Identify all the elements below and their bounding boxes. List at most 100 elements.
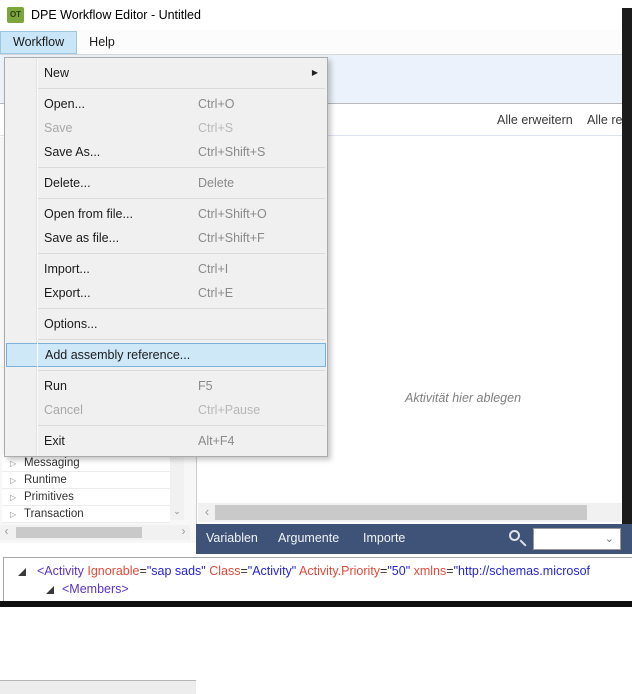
menu-item-shortcut: Ctrl+Shift+S xyxy=(198,140,265,164)
submenu-arrow-icon: ▶ xyxy=(312,61,318,85)
menu-item-add-assembly-reference[interactable]: Add assembly reference... xyxy=(6,343,326,367)
xml-value: "sap sads" xyxy=(147,564,206,578)
menu-item-shortcut: Ctrl+I xyxy=(198,257,228,281)
menu-item-shortcut: Ctrl+E xyxy=(198,281,233,305)
scroll-left-icon[interactable]: ‹ xyxy=(0,525,13,540)
menu-item-delete[interactable]: Delete... Delete xyxy=(5,171,327,195)
toolbox-category-transaction[interactable]: ▷ Transaction xyxy=(2,506,170,523)
toolbox-category-label: Messaging xyxy=(24,457,80,469)
menu-item-label: Options... xyxy=(44,317,98,331)
menu-item-open[interactable]: Open... Ctrl+O xyxy=(5,92,327,116)
menu-item-new[interactable]: New ▶ xyxy=(5,61,327,85)
menu-separator xyxy=(38,198,325,199)
zoom-combobox[interactable]: ⌄ xyxy=(533,528,621,550)
search-icon[interactable] xyxy=(509,530,520,541)
menu-item-label: Exit xyxy=(44,434,65,448)
activity-drop-hint: Aktivität hier ablegen xyxy=(405,391,521,405)
menu-item-label: Import... xyxy=(44,262,90,276)
menu-item-save-as[interactable]: Save As... Ctrl+Shift+S xyxy=(5,140,327,164)
expander-icon[interactable]: ▷ xyxy=(10,490,16,506)
menu-item-label: Export... xyxy=(44,286,91,300)
menubar-item-workflow[interactable]: Workflow xyxy=(0,31,77,54)
expander-icon[interactable]: ▷ xyxy=(10,473,16,489)
menu-item-shortcut: Ctrl+Pause xyxy=(198,398,260,422)
menu-item-shortcut: Ctrl+Shift+O xyxy=(198,202,267,226)
toolbox-category-primitives[interactable]: ▷ Primitives xyxy=(2,489,170,506)
toolbox-category-label: Runtime xyxy=(24,474,67,486)
menu-item-label: Save as file... xyxy=(44,231,119,245)
toolbox-hscrollbar: ‹ › xyxy=(0,525,190,540)
menu-separator xyxy=(38,167,325,168)
toolbox-category-messaging[interactable]: ▷ Messaging xyxy=(2,455,170,472)
xml-value: "Activity" xyxy=(248,564,296,578)
xml-tag: <Members> xyxy=(62,582,129,596)
xml-attr: Class xyxy=(206,564,241,578)
menu-item-label: Save xyxy=(44,121,73,135)
chevron-down-icon: ⌄ xyxy=(605,532,614,545)
menu-item-import[interactable]: Import... Ctrl+I xyxy=(5,257,327,281)
toolbox-hscrollbar-thumb[interactable] xyxy=(16,527,142,538)
menu-item-run[interactable]: Run F5 xyxy=(5,374,327,398)
menu-item-shortcut: Delete xyxy=(198,171,234,195)
menu-item-label: Delete... xyxy=(44,176,91,190)
menu-item-label: Add assembly reference... xyxy=(45,348,190,362)
screen-background-bottom xyxy=(0,601,632,607)
menu-item-export[interactable]: Export... Ctrl+E xyxy=(5,281,327,305)
tab-argumente[interactable]: Argumente xyxy=(278,524,339,553)
designer-hscrollbar-thumb[interactable] xyxy=(215,505,587,520)
xml-attr: Activity.Priority xyxy=(296,564,380,578)
scroll-right-icon[interactable]: › xyxy=(177,525,190,540)
xml-tag: <Activity xyxy=(37,564,84,578)
toolbox-category-runtime[interactable]: ▷ Runtime xyxy=(2,472,170,489)
xml-eq: = xyxy=(240,564,247,578)
menu-separator xyxy=(38,88,325,89)
scroll-left-icon[interactable]: ‹ xyxy=(200,503,214,522)
window-title: DPE Workflow Editor - Untitled xyxy=(31,0,201,30)
menu-item-shortcut: Ctrl+O xyxy=(198,92,234,116)
menu-separator xyxy=(38,425,325,426)
menu-item-open-from-file[interactable]: Open from file... Ctrl+Shift+O xyxy=(5,202,327,226)
menubar-item-help[interactable]: Help xyxy=(77,31,127,54)
expander-icon[interactable]: ▷ xyxy=(10,507,16,523)
toolbox-bottom-edge xyxy=(0,680,196,694)
scroll-down-icon[interactable]: ⌄ xyxy=(170,505,184,520)
xml-eq: = xyxy=(140,564,147,578)
menu-separator xyxy=(38,308,325,309)
menu-item-cancel[interactable]: Cancel Ctrl+Pause xyxy=(5,398,327,422)
toolbox-category-label: Transaction xyxy=(24,508,84,520)
menu-item-save-as-file[interactable]: Save as file... Ctrl+Shift+F xyxy=(5,226,327,250)
menu-item-label: Open from file... xyxy=(44,207,133,221)
xml-eq: = xyxy=(446,564,453,578)
menu-item-shortcut: Ctrl+Shift+F xyxy=(198,226,265,250)
xaml-line: <Activity Ignorable="sap sads" Class="Ac… xyxy=(4,564,590,578)
designer-hscrollbar: ‹ xyxy=(198,503,622,522)
xml-value: "http://schemas.microsof xyxy=(454,564,590,578)
expander-icon[interactable]: ▷ xyxy=(10,456,16,472)
menu-item-shortcut: Alt+F4 xyxy=(198,429,234,453)
xml-value: "50" xyxy=(387,564,410,578)
menu-item-label: Save As... xyxy=(44,145,100,159)
xaml-line: <Members> xyxy=(4,582,129,596)
menu-separator xyxy=(38,370,325,371)
menu-separator xyxy=(38,339,325,340)
menu-item-label: Cancel xyxy=(44,403,83,417)
designer-bottom-bar: Variablen Argumente Importe ⌄ xyxy=(196,524,632,554)
menu-item-shortcut: Ctrl+S xyxy=(198,116,233,140)
menu-item-options[interactable]: Options... xyxy=(5,312,327,336)
toolbox-category-label: Primitives xyxy=(24,491,74,503)
screen-background-right xyxy=(622,8,632,524)
title-bar: OT DPE Workflow Editor - Untitled xyxy=(0,0,622,30)
menu-item-label: Run xyxy=(44,379,67,393)
expand-all-link[interactable]: Alle erweitern xyxy=(497,105,573,135)
tab-importe[interactable]: Importe xyxy=(363,524,405,553)
tab-variablen[interactable]: Variablen xyxy=(206,524,258,553)
xaml-outline-panel[interactable]: <Activity Ignorable="sap sads" Class="Ac… xyxy=(3,557,632,601)
menu-item-save[interactable]: Save Ctrl+S xyxy=(5,116,327,140)
menu-item-exit[interactable]: Exit Alt+F4 xyxy=(5,429,327,453)
app-icon: OT xyxy=(7,7,24,23)
menu-item-shortcut: F5 xyxy=(198,374,213,398)
collapse-all-link[interactable]: Alle reduzieren xyxy=(587,105,623,135)
menu-item-label: New xyxy=(44,66,69,80)
menu-bar: Workflow Help xyxy=(0,30,622,55)
workflow-dropdown-menu: New ▶ Open... Ctrl+O Save Ctrl+S Save As… xyxy=(4,57,328,457)
